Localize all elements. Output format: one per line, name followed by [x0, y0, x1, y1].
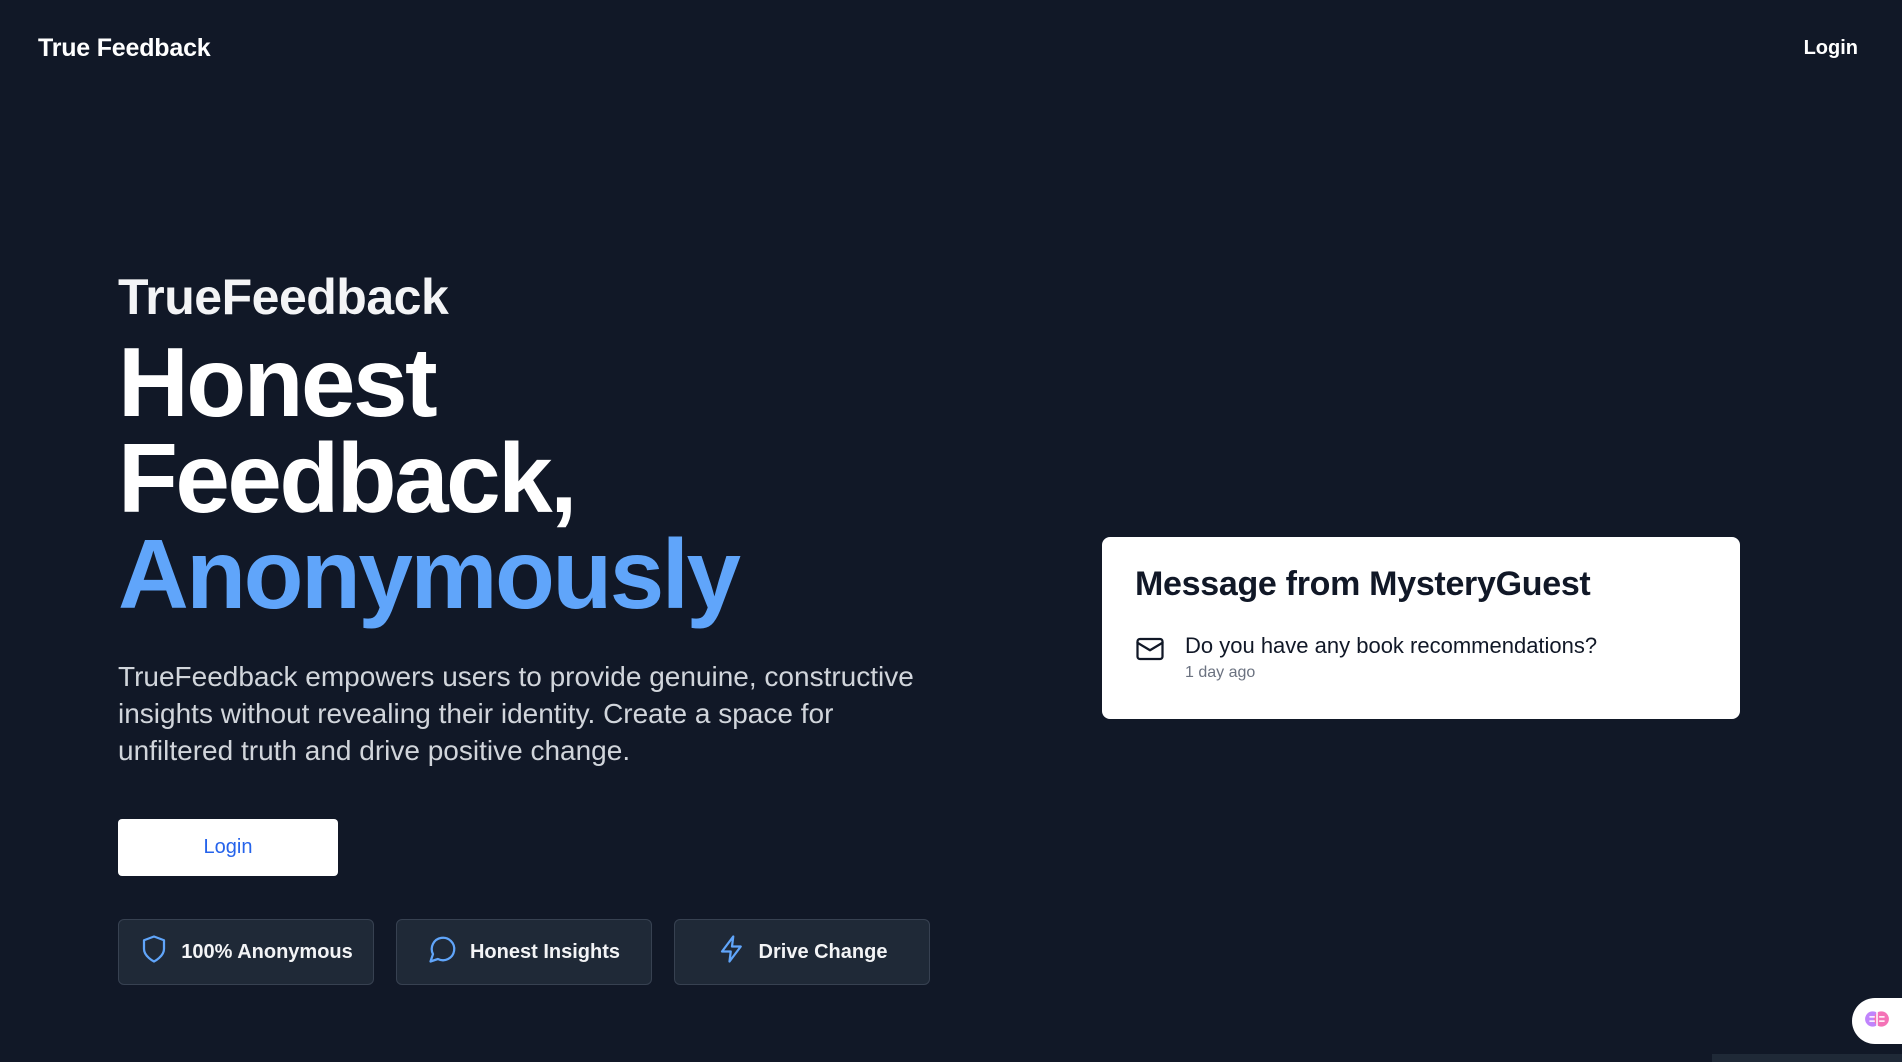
- headline-line-2: Feedback,: [118, 423, 577, 533]
- message-card-title: Message from MysteryGuest: [1135, 565, 1591, 603]
- hero-login-button[interactable]: Login: [118, 819, 338, 876]
- message-card: Message from MysteryGuest Do you have an…: [1102, 537, 1740, 719]
- top-navbar: True Feedback Login: [0, 0, 1902, 100]
- feature-label: Honest Insights: [469, 940, 620, 963]
- mail-icon: [1135, 632, 1165, 682]
- chat-bubble-icon: [428, 934, 458, 970]
- hero-section: TrueFeedback Honest Feedback, Anonymousl…: [118, 268, 978, 769]
- hero-description: TrueFeedback empowers users to provide g…: [118, 661, 914, 766]
- feature-label: 100% Anonymous: [181, 940, 353, 963]
- lightning-icon: [717, 934, 747, 970]
- message-text: Do you have any book recommendations?: [1185, 633, 1598, 658]
- hero-eyebrow: TrueFeedback: [118, 269, 449, 325]
- assistant-widget-button[interactable]: [1852, 998, 1902, 1044]
- brand-logo-text[interactable]: True Feedback: [38, 34, 211, 63]
- bottom-edge-strip: [1712, 1054, 1902, 1062]
- shield-icon: [139, 934, 169, 970]
- feature-badge-anonymous: 100% Anonymous: [118, 919, 374, 985]
- feature-badge-insights: Honest Insights: [396, 919, 652, 985]
- feature-label: Drive Change: [758, 940, 888, 963]
- feature-badge-change: Drive Change: [674, 919, 930, 985]
- headline-line-1: Honest: [118, 327, 438, 437]
- feature-badges: 100% Anonymous Honest Insights Drive Cha…: [118, 919, 930, 985]
- nav-login-link[interactable]: Login: [1804, 37, 1858, 60]
- hero-headline: Honest Feedback, Anonymously: [118, 327, 978, 629]
- message-content: Do you have any book recommendations? 1 …: [1185, 632, 1597, 682]
- message-row: Do you have any book recommendations? 1 …: [1135, 632, 1707, 682]
- message-timestamp: 1 day ago: [1185, 664, 1256, 681]
- brain-icon: [1864, 1006, 1890, 1037]
- headline-accent: Anonymously: [118, 519, 741, 629]
